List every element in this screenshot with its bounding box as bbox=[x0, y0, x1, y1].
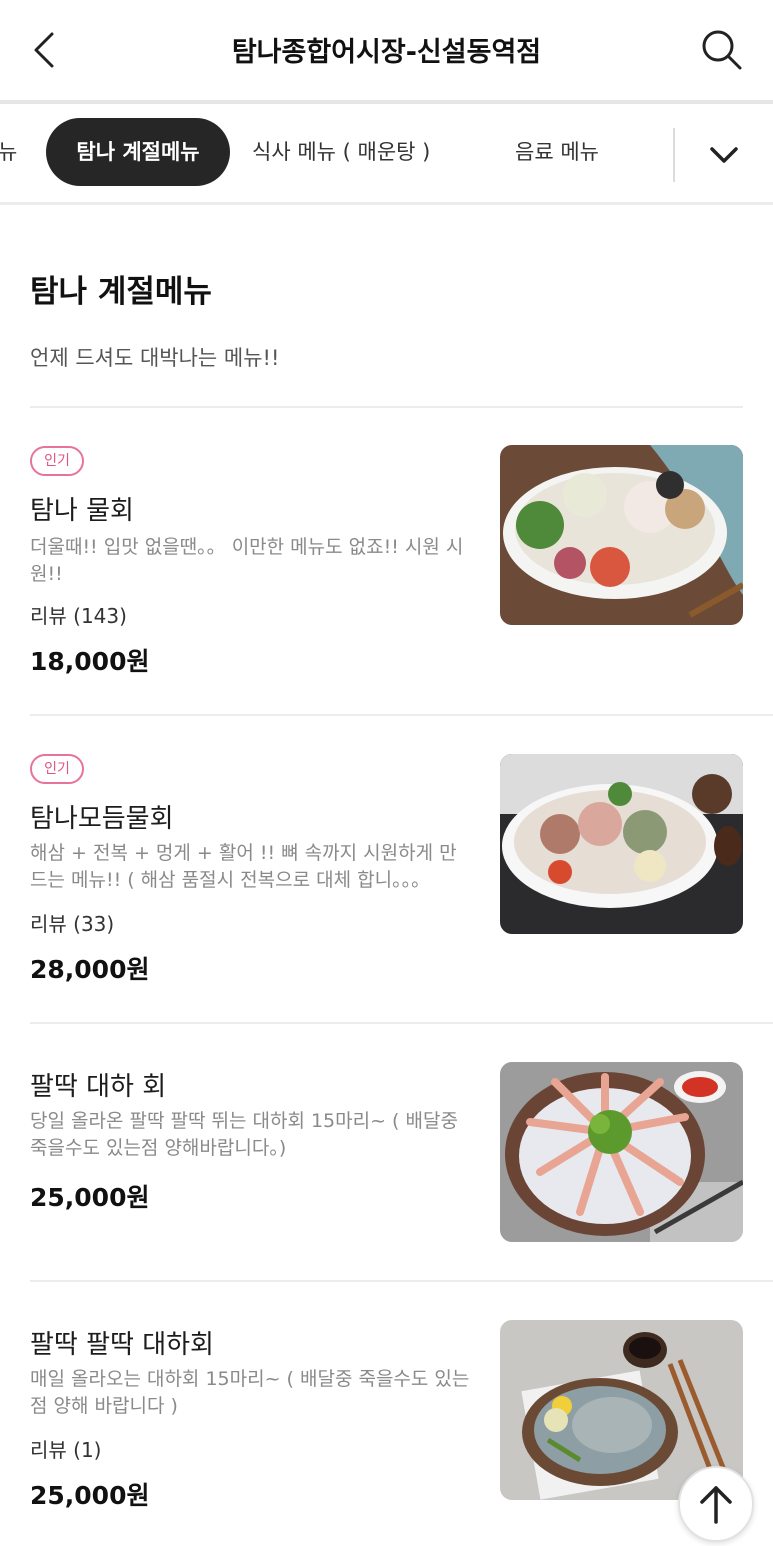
item-description: 당일 올라온 팔딱 팔딱 뛰는 대하회 15마리~ ( 배달중 죽을수도 있는점… bbox=[30, 1110, 458, 1159]
menu-item[interactable]: 인기 탐나 물회 더울때!! 입맛 없을땐。。 이만한 메뉴도 없죠!! 시원 … bbox=[0, 408, 773, 716]
tabs-expand-button[interactable] bbox=[698, 128, 750, 182]
tabs-separator bbox=[673, 128, 675, 182]
section-title: 탐나 계절메뉴 bbox=[30, 274, 212, 310]
item-price: 25,000원 bbox=[30, 1481, 150, 1510]
app-header: 탐나종합어시장-신설동역점 bbox=[0, 0, 773, 100]
item-price: 18,000원 bbox=[30, 647, 150, 676]
category-tabs: 뉴 탐나 계절메뉴 식사 메뉴 ( 매운탕 ) 음료 메뉴 bbox=[0, 104, 773, 202]
item-price: 28,000원 bbox=[30, 955, 150, 984]
menu-item[interactable]: 인기 탐나모듬물회 해삼 + 전복 + 멍게 + 활어 !! 뼈 속까지 시원하… bbox=[0, 716, 773, 1024]
item-description: 해삼 + 전복 + 멍게 + 활어 !! 뼈 속까지 시원하게 만드는 메뉴!!… bbox=[30, 842, 457, 891]
scroll-to-top-button[interactable] bbox=[678, 1466, 754, 1542]
page-title: 탐나종합어시장-신설동역점 bbox=[231, 37, 542, 68]
tab-drink-menu[interactable]: 음료 메뉴 bbox=[515, 118, 599, 186]
back-button[interactable] bbox=[22, 26, 66, 74]
item-image bbox=[500, 1062, 743, 1242]
tab-partial[interactable]: 뉴 bbox=[0, 118, 17, 186]
chevron-left-icon bbox=[34, 32, 54, 68]
arrow-up-icon bbox=[700, 1486, 732, 1524]
item-review-count: 리뷰 (33) bbox=[30, 912, 115, 936]
tab-seasonal-menu[interactable]: 탐나 계절메뉴 bbox=[46, 118, 230, 186]
item-image bbox=[500, 754, 743, 934]
section-description: 언제 드셔도 대박나는 메뉴!! bbox=[30, 346, 280, 370]
item-description: 더울때!! 입맛 없을땐。。 이만한 메뉴도 없죠!! 시원 시원!! bbox=[30, 536, 464, 585]
item-name: 탐나모듬물회 bbox=[30, 804, 174, 834]
item-description: 매일 올라오는 대하회 15마리~ ( 배달중 죽을수도 있는 점 양해 바랍니… bbox=[30, 1368, 470, 1417]
tab-meal-menu[interactable]: 식사 메뉴 ( 매운탕 ) bbox=[252, 118, 430, 186]
tabs-divider bbox=[0, 202, 773, 205]
item-name: 탐나 물회 bbox=[30, 496, 134, 526]
menu-item[interactable]: 팔딱 대하 회 당일 올라온 팔딱 팔딱 뛰는 대하회 15마리~ ( 배달중 … bbox=[0, 1024, 773, 1282]
search-icon bbox=[702, 30, 742, 70]
chevron-down-icon bbox=[710, 147, 738, 163]
popular-badge: 인기 bbox=[30, 446, 84, 476]
menu-item[interactable]: 팔딱 팔딱 대하회 매일 올라오는 대하회 15마리~ ( 배달중 죽을수도 있… bbox=[0, 1282, 773, 1546]
item-price: 25,000원 bbox=[30, 1183, 150, 1212]
popular-badge: 인기 bbox=[30, 754, 84, 784]
item-review-count: 리뷰 (1) bbox=[30, 1438, 102, 1462]
item-review-count: 리뷰 (143) bbox=[30, 604, 127, 628]
item-image bbox=[500, 445, 743, 625]
search-button[interactable] bbox=[696, 24, 748, 76]
item-name: 팔딱 대하 회 bbox=[30, 1072, 167, 1102]
item-name: 팔딱 팔딱 대하회 bbox=[30, 1330, 214, 1360]
